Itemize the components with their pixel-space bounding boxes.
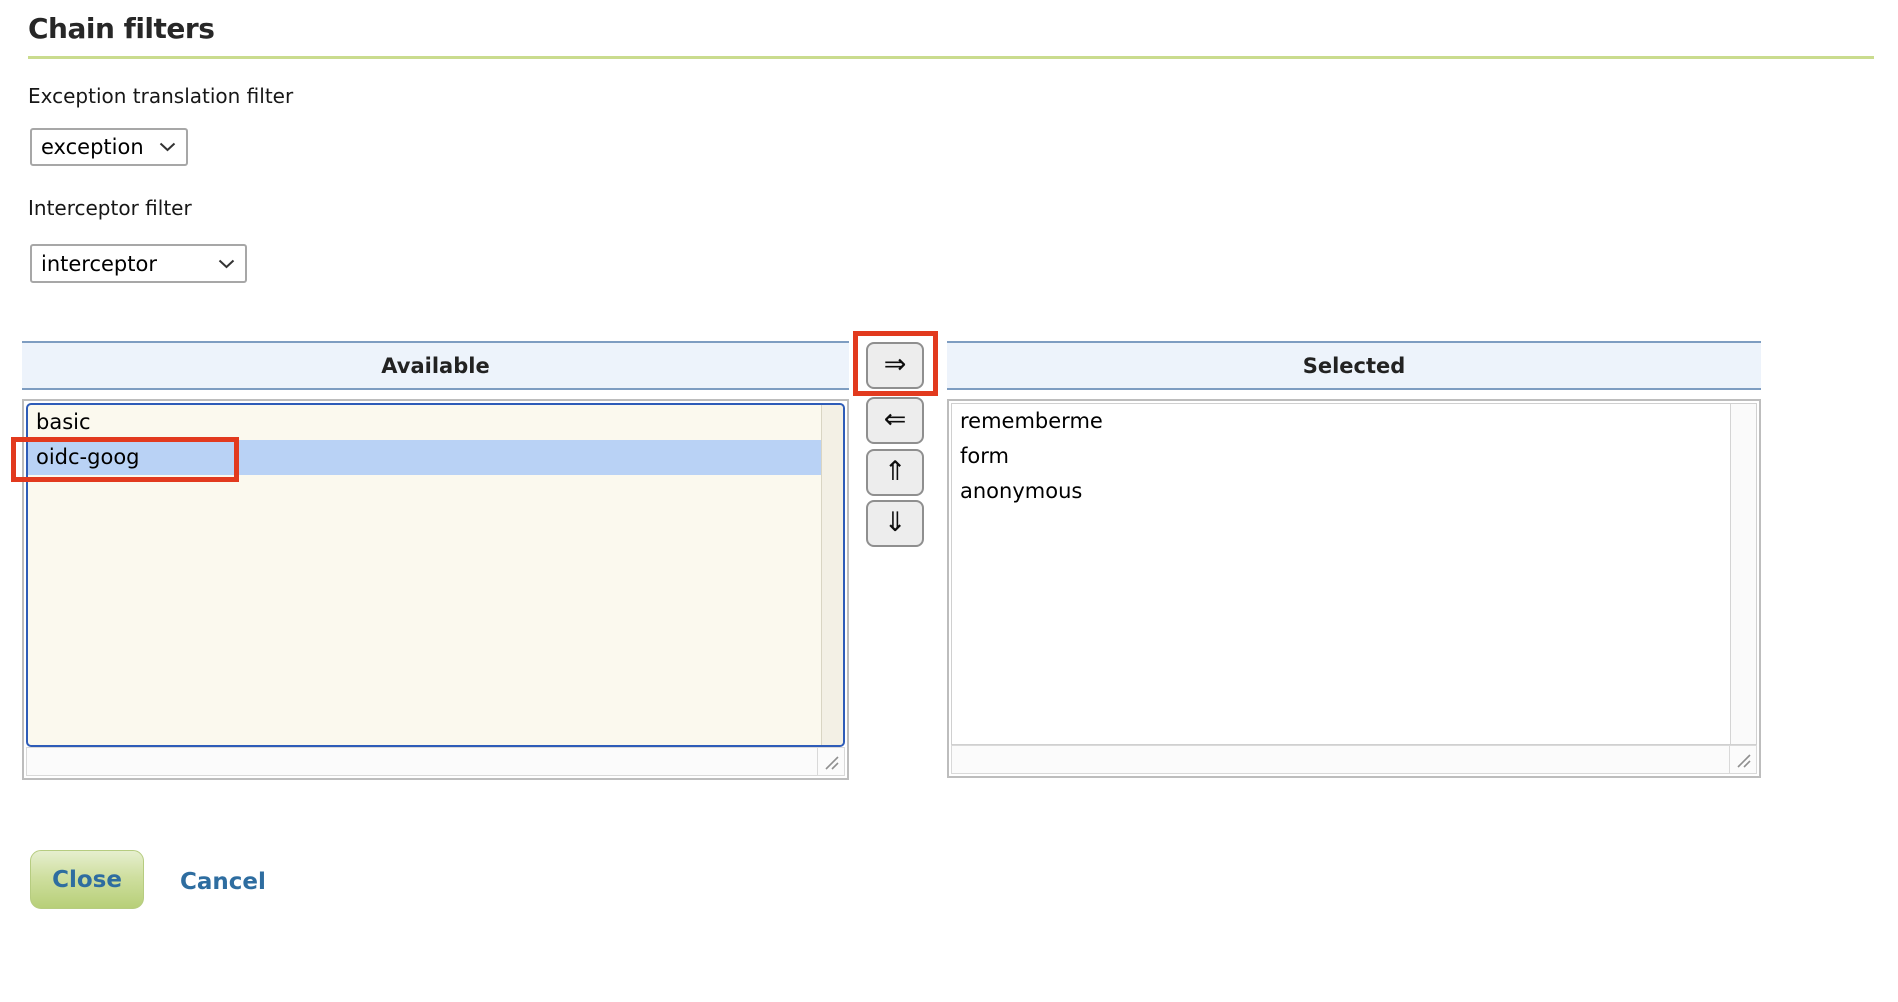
vertical-scrollbar-track[interactable] (1730, 404, 1756, 744)
exception-filter-value: exception (41, 135, 144, 159)
interceptor-filter-select[interactable]: interceptor (30, 244, 247, 283)
selected-option-rememberme[interactable]: rememberme (952, 404, 1730, 439)
vertical-scrollbar-track[interactable] (821, 405, 843, 745)
selected-list-header: Selected (947, 341, 1761, 390)
interceptor-filter-label: Interceptor filter (28, 196, 192, 220)
interceptor-filter-value: interceptor (41, 252, 157, 276)
available-option-basic[interactable]: basic (28, 405, 821, 440)
horizontal-scrollbar-track[interactable] (951, 745, 1757, 774)
chevron-down-icon (159, 142, 176, 152)
page-title: Chain filters (28, 12, 214, 45)
available-option-oidc-goog[interactable]: oidc-goog (28, 440, 821, 475)
move-down-button[interactable]: ⇓ (866, 500, 924, 547)
selected-option-anonymous[interactable]: anonymous (952, 474, 1730, 509)
selected-panel: rememberme form anonymous (947, 399, 1761, 778)
move-right-button[interactable]: ⇒ (866, 342, 924, 389)
title-underline (28, 56, 1874, 59)
exception-filter-label: Exception translation filter (28, 84, 293, 108)
chain-filters-page: Chain filters Exception translation filt… (0, 0, 1898, 1002)
close-button[interactable]: Close (30, 850, 144, 909)
move-up-button[interactable]: ⇑ (866, 449, 924, 496)
chevron-down-icon (218, 259, 235, 269)
resize-grip-icon[interactable] (1729, 746, 1756, 773)
available-panel: basic oidc-goog (22, 399, 849, 780)
cancel-link[interactable]: Cancel (180, 869, 266, 895)
resize-grip-icon[interactable] (817, 748, 844, 775)
selected-listbox[interactable]: rememberme form anonymous (951, 403, 1757, 745)
available-list-header: Available (22, 341, 849, 390)
selected-option-form[interactable]: form (952, 439, 1730, 474)
horizontal-scrollbar-track[interactable] (26, 747, 845, 776)
exception-filter-select[interactable]: exception (30, 128, 188, 166)
available-listbox[interactable]: basic oidc-goog (26, 403, 845, 747)
move-left-button[interactable]: ⇐ (866, 397, 924, 444)
